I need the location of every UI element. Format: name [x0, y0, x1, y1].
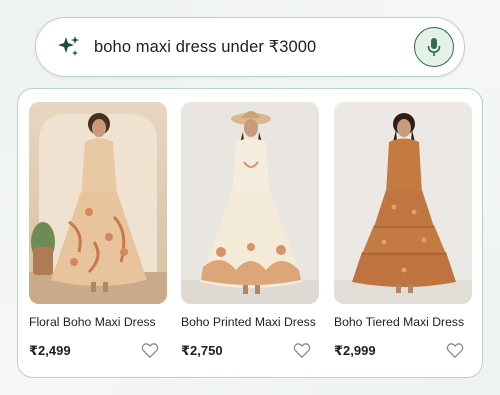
sparkle-icon [58, 36, 79, 56]
product-price: ₹2,499 [29, 342, 71, 358]
product-name[interactable]: Boho Tiered Maxi Dress [334, 315, 472, 329]
price-row: ₹2,999 [334, 342, 464, 359]
floral-boho-dress-photo[interactable] [29, 102, 167, 304]
product-card[interactable]: Boho Tiered Maxi Dress ₹2,999 [334, 102, 472, 359]
product-price: ₹2,999 [334, 342, 376, 358]
product-card[interactable]: Boho Printed Maxi Dress ₹2,750 [181, 102, 319, 359]
product-name[interactable]: Floral Boho Maxi Dress [29, 315, 167, 329]
product-name[interactable]: Boho Printed Maxi Dress [181, 315, 319, 329]
printed-boho-dress-photo[interactable] [181, 102, 319, 304]
product-card[interactable]: Floral Boho Maxi Dress ₹2,499 [29, 102, 167, 359]
product-results-card: Floral Boho Maxi Dress ₹2,499 Boho Print… [17, 88, 483, 378]
search-bar[interactable]: boho maxi dress under ₹3000 [35, 17, 465, 77]
tiered-boho-dress-photo[interactable] [334, 102, 472, 304]
price-row: ₹2,750 [181, 342, 311, 359]
voice-search-button[interactable] [414, 27, 454, 67]
heart-outline-icon[interactable] [293, 342, 311, 359]
microphone-icon [427, 38, 441, 56]
heart-outline-icon[interactable] [446, 342, 464, 359]
search-query[interactable]: boho maxi dress under ₹3000 [94, 37, 414, 57]
price-row: ₹2,499 [29, 342, 159, 359]
product-price: ₹2,750 [181, 342, 223, 358]
heart-outline-icon[interactable] [141, 342, 159, 359]
